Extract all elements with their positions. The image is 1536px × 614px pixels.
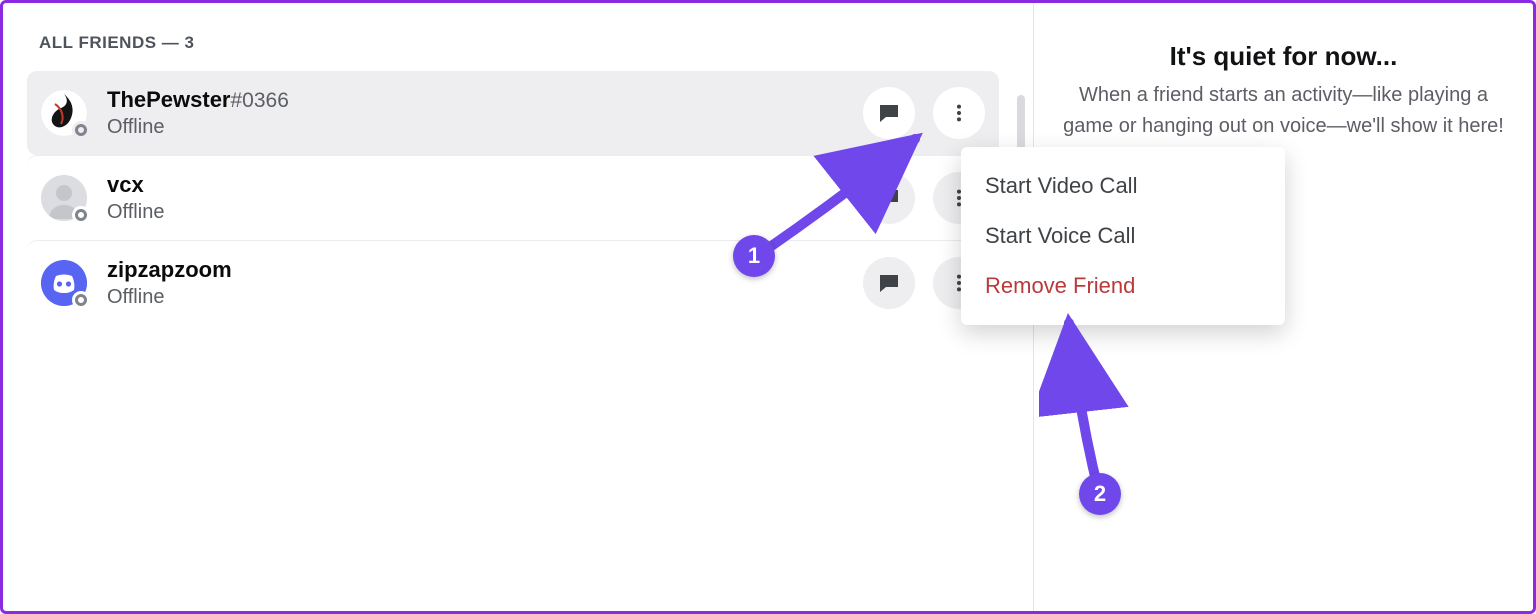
friends-panel: ALL FRIENDS — 3 ThePewster#0366 Offline [3, 3, 1033, 611]
friend-discriminator: #0366 [231, 89, 289, 112]
message-icon [877, 186, 901, 210]
more-button[interactable] [933, 87, 985, 139]
menu-item-voice-call[interactable]: Start Voice Call [961, 211, 1285, 261]
message-button[interactable] [863, 257, 915, 309]
friend-status: Offline [107, 201, 863, 224]
avatar[interactable] [41, 175, 87, 221]
activity-subtitle: When a friend starts an activity—like pl… [1034, 80, 1533, 142]
friend-row[interactable]: zipzapzoom Offline [27, 240, 999, 325]
friends-list: ThePewster#0366 Offline [3, 71, 1033, 325]
status-offline-icon [72, 291, 90, 309]
friend-status: Offline [107, 286, 863, 309]
avatar[interactable] [41, 90, 87, 136]
menu-item-video-call[interactable]: Start Video Call [961, 161, 1285, 211]
message-button[interactable] [863, 87, 915, 139]
status-offline-icon [72, 121, 90, 139]
friend-info: zipzapzoom Offline [107, 257, 863, 308]
more-vertical-icon [948, 102, 970, 124]
friend-info: vcx Offline [107, 172, 863, 223]
friend-info: ThePewster#0366 Offline [107, 87, 863, 138]
message-button[interactable] [863, 172, 915, 224]
friend-row[interactable]: ThePewster#0366 Offline [27, 71, 999, 155]
friend-status: Offline [107, 116, 863, 139]
friend-username: zipzapzoom [107, 257, 232, 282]
menu-item-remove-friend[interactable]: Remove Friend [961, 261, 1285, 311]
message-icon [877, 101, 901, 125]
friend-row[interactable]: vcx Offline [27, 155, 999, 240]
friend-actions [863, 87, 985, 139]
status-offline-icon [72, 206, 90, 224]
app-root: ALL FRIENDS — 3 ThePewster#0366 Offline [3, 3, 1533, 611]
friend-username: vcx [107, 172, 144, 197]
friends-section-header: ALL FRIENDS — 3 [3, 21, 1033, 71]
friend-context-menu: Start Video Call Start Voice Call Remove… [961, 147, 1285, 325]
avatar[interactable] [41, 260, 87, 306]
message-icon [877, 271, 901, 295]
friend-username: ThePewster [107, 87, 231, 112]
activity-title: It's quiet for now... [1034, 41, 1533, 72]
